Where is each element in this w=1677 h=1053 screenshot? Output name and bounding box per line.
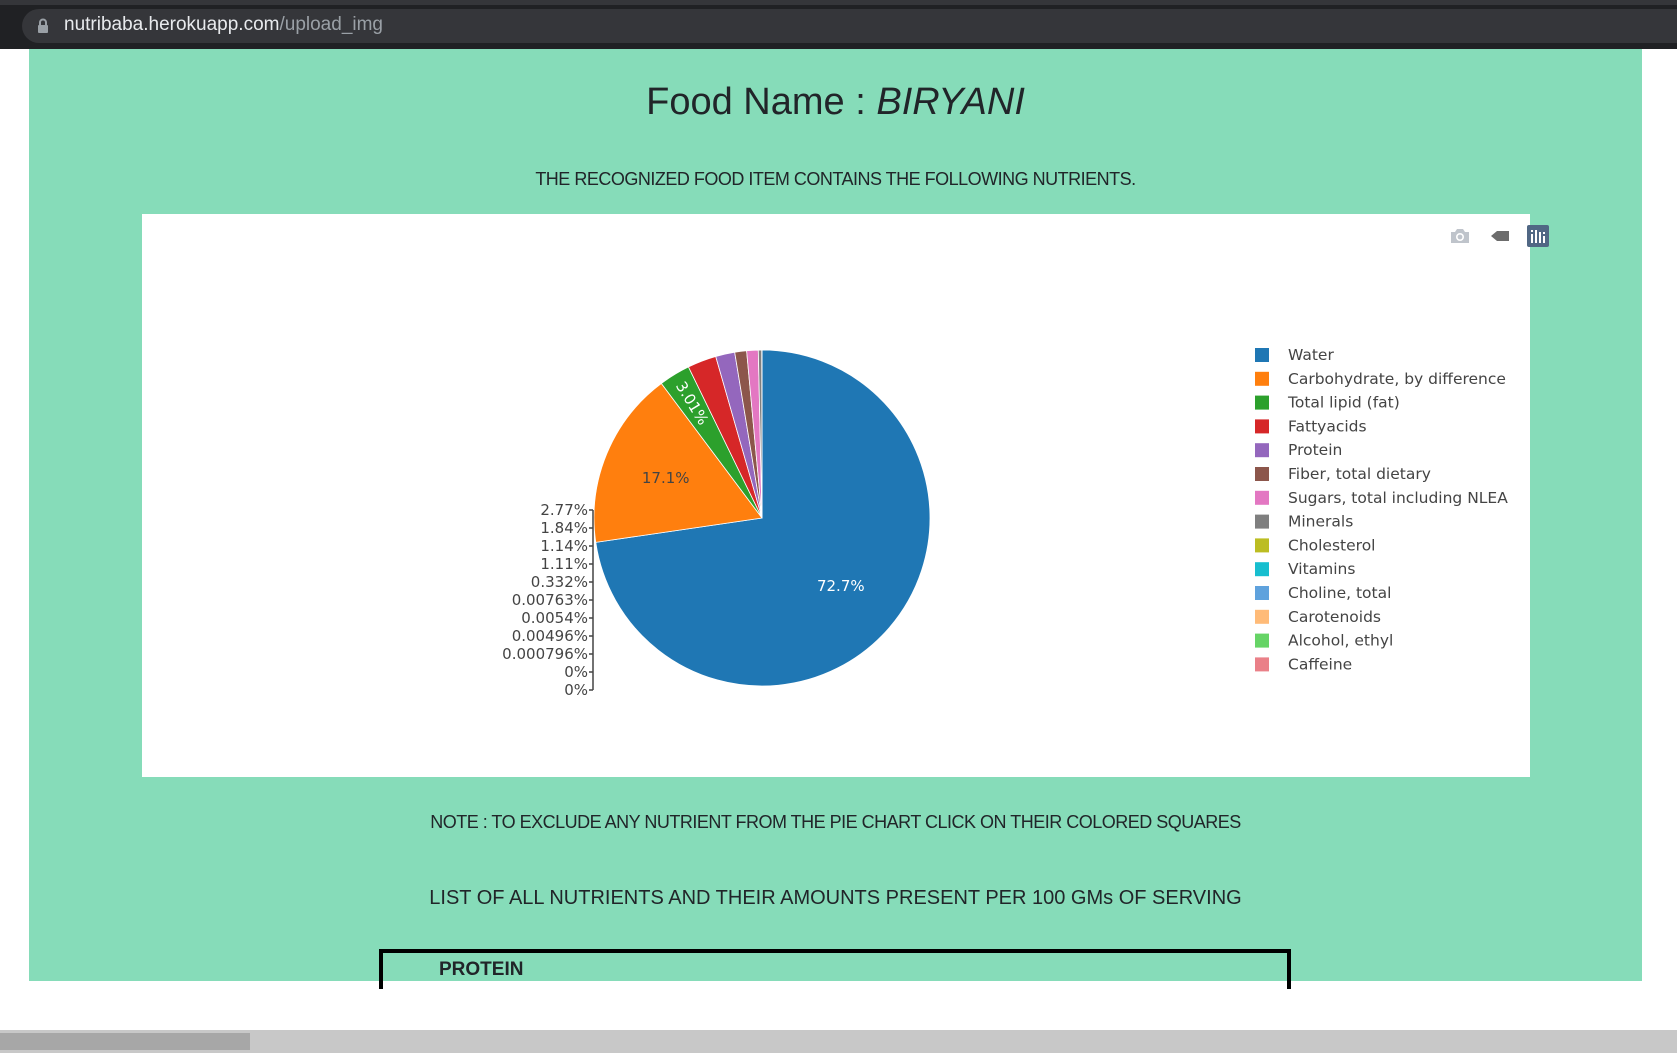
address-url[interactable]: nutribaba.herokuapp.com/upload_img	[64, 13, 383, 37]
legend-swatch[interactable]	[1255, 419, 1269, 433]
pie-label-caffeine: 0%	[564, 681, 588, 699]
nutrient-table: PROTEIN	[379, 949, 1291, 989]
legend-item-protein[interactable]: Protein	[1255, 441, 1342, 459]
tab-strip	[0, 0, 1677, 5]
legend-label: Sugars, total including NLEA	[1288, 489, 1508, 507]
legend-swatch[interactable]	[1255, 634, 1269, 648]
legend-label: Caffeine	[1288, 655, 1352, 673]
legend-item-caffeine[interactable]: Caffeine	[1255, 655, 1352, 673]
legend-swatch[interactable]	[1255, 443, 1269, 457]
legend-item-choline-total[interactable]: Choline, total	[1255, 584, 1391, 602]
pie-label-vitamins: 0.0054%	[521, 609, 588, 627]
lock-icon	[36, 17, 50, 35]
browser-toolbar: nutribaba.herokuapp.com/upload_img	[0, 0, 1677, 49]
legend-label: Carotenoids	[1288, 608, 1381, 626]
url-host: nutribaba.herokuapp.com	[64, 14, 279, 35]
legend-swatch[interactable]	[1255, 586, 1269, 600]
pie-chart-panel: 72.7%17.1%3.01%2.77%1.84%1.14%1.11%0.332…	[142, 214, 1530, 777]
nutrient-list-heading: LIST OF ALL NUTRIENTS AND THEIR AMOUNTS …	[29, 887, 1642, 910]
pie-label-minerals: 0.332%	[531, 573, 588, 591]
pie-label-fiber-total-dietary: 1.14%	[540, 537, 588, 555]
food-name: BIRYANI	[876, 81, 1025, 123]
legend-swatch[interactable]	[1255, 610, 1269, 624]
legend-label: Minerals	[1288, 513, 1353, 531]
title-prefix: Food Name :	[646, 81, 876, 123]
legend-item-carbohydrate-by-difference[interactable]: Carbohydrate, by difference	[1255, 370, 1506, 388]
legend-label: Cholesterol	[1288, 536, 1375, 554]
subtitle: THE RECOGNIZED FOOD ITEM CONTAINS THE FO…	[29, 169, 1642, 190]
legend-swatch[interactable]	[1255, 491, 1269, 505]
legend-item-vitamins[interactable]: Vitamins	[1255, 560, 1355, 578]
legend-item-fattyacids[interactable]: Fattyacids	[1255, 417, 1367, 435]
page-viewport: Food Name : BIRYANI THE RECOGNIZED FOOD …	[0, 49, 1677, 981]
legend-swatch[interactable]	[1255, 657, 1269, 671]
pie-label-protein: 1.84%	[540, 519, 588, 537]
pie-label-fattyacids: 2.77%	[540, 501, 588, 519]
eraser-icon[interactable]	[1488, 224, 1512, 248]
legend-swatch[interactable]	[1255, 372, 1269, 386]
camera-icon[interactable]	[1448, 224, 1472, 248]
legend-label: Choline, total	[1288, 584, 1391, 602]
legend-label: Alcohol, ethyl	[1288, 632, 1393, 650]
exclude-note: NOTE : TO EXCLUDE ANY NUTRIENT FROM THE …	[29, 812, 1642, 833]
pie-label-sugars-total-including-nlea: 1.11%	[540, 555, 588, 573]
legend-item-total-lipid-fat[interactable]: Total lipid (fat)	[1255, 394, 1400, 412]
pie-label-carotenoids: 0.000796%	[502, 645, 588, 663]
legend-item-sugars-total-including-nlea[interactable]: Sugars, total including NLEA	[1255, 489, 1508, 507]
legend-item-alcohol-ethyl[interactable]: Alcohol, ethyl	[1255, 632, 1393, 650]
pie-label-alcohol-ethyl: 0%	[564, 663, 588, 681]
scrollbar-thumb[interactable]	[0, 1033, 250, 1050]
legend-label: Vitamins	[1288, 560, 1355, 578]
legend-item-cholesterol[interactable]: Cholesterol	[1255, 536, 1375, 554]
pie-label-carbohydrate-by-difference: 17.1%	[642, 469, 690, 487]
legend-label: Fattyacids	[1288, 417, 1367, 435]
legend-label: Carbohydrate, by difference	[1288, 370, 1506, 388]
legend-swatch[interactable]	[1255, 348, 1269, 362]
plotly-logo-icon[interactable]	[1526, 224, 1550, 248]
legend-swatch[interactable]	[1255, 562, 1269, 576]
legend-swatch[interactable]	[1255, 538, 1269, 552]
pie-label-choline-total: 0.00496%	[512, 627, 588, 645]
table-header-protein: PROTEIN	[439, 959, 523, 981]
legend-swatch[interactable]	[1255, 396, 1269, 410]
legend-swatch[interactable]	[1255, 515, 1269, 529]
legend-item-carotenoids[interactable]: Carotenoids	[1255, 608, 1381, 626]
legend-label: Total lipid (fat)	[1287, 394, 1400, 412]
pie-chart[interactable]: 72.7%17.1%3.01%2.77%1.84%1.14%1.11%0.332…	[142, 214, 1530, 777]
url-path: /upload_img	[279, 14, 383, 35]
legend-label: Fiber, total dietary	[1288, 465, 1431, 483]
content-panel: Food Name : BIRYANI THE RECOGNIZED FOOD …	[29, 49, 1642, 981]
horizontal-scrollbar[interactable]	[0, 1030, 1677, 1053]
page-title: Food Name : BIRYANI	[29, 81, 1642, 124]
pie-label-water: 72.7%	[817, 577, 865, 595]
legend-label: Protein	[1288, 441, 1342, 459]
legend-item-fiber-total-dietary[interactable]: Fiber, total dietary	[1255, 465, 1431, 483]
legend-item-water[interactable]: Water	[1255, 346, 1334, 364]
legend-label: Water	[1288, 346, 1334, 364]
legend-swatch[interactable]	[1255, 467, 1269, 481]
pie-label-cholesterol: 0.00763%	[512, 591, 588, 609]
legend-item-minerals[interactable]: Minerals	[1255, 513, 1353, 531]
